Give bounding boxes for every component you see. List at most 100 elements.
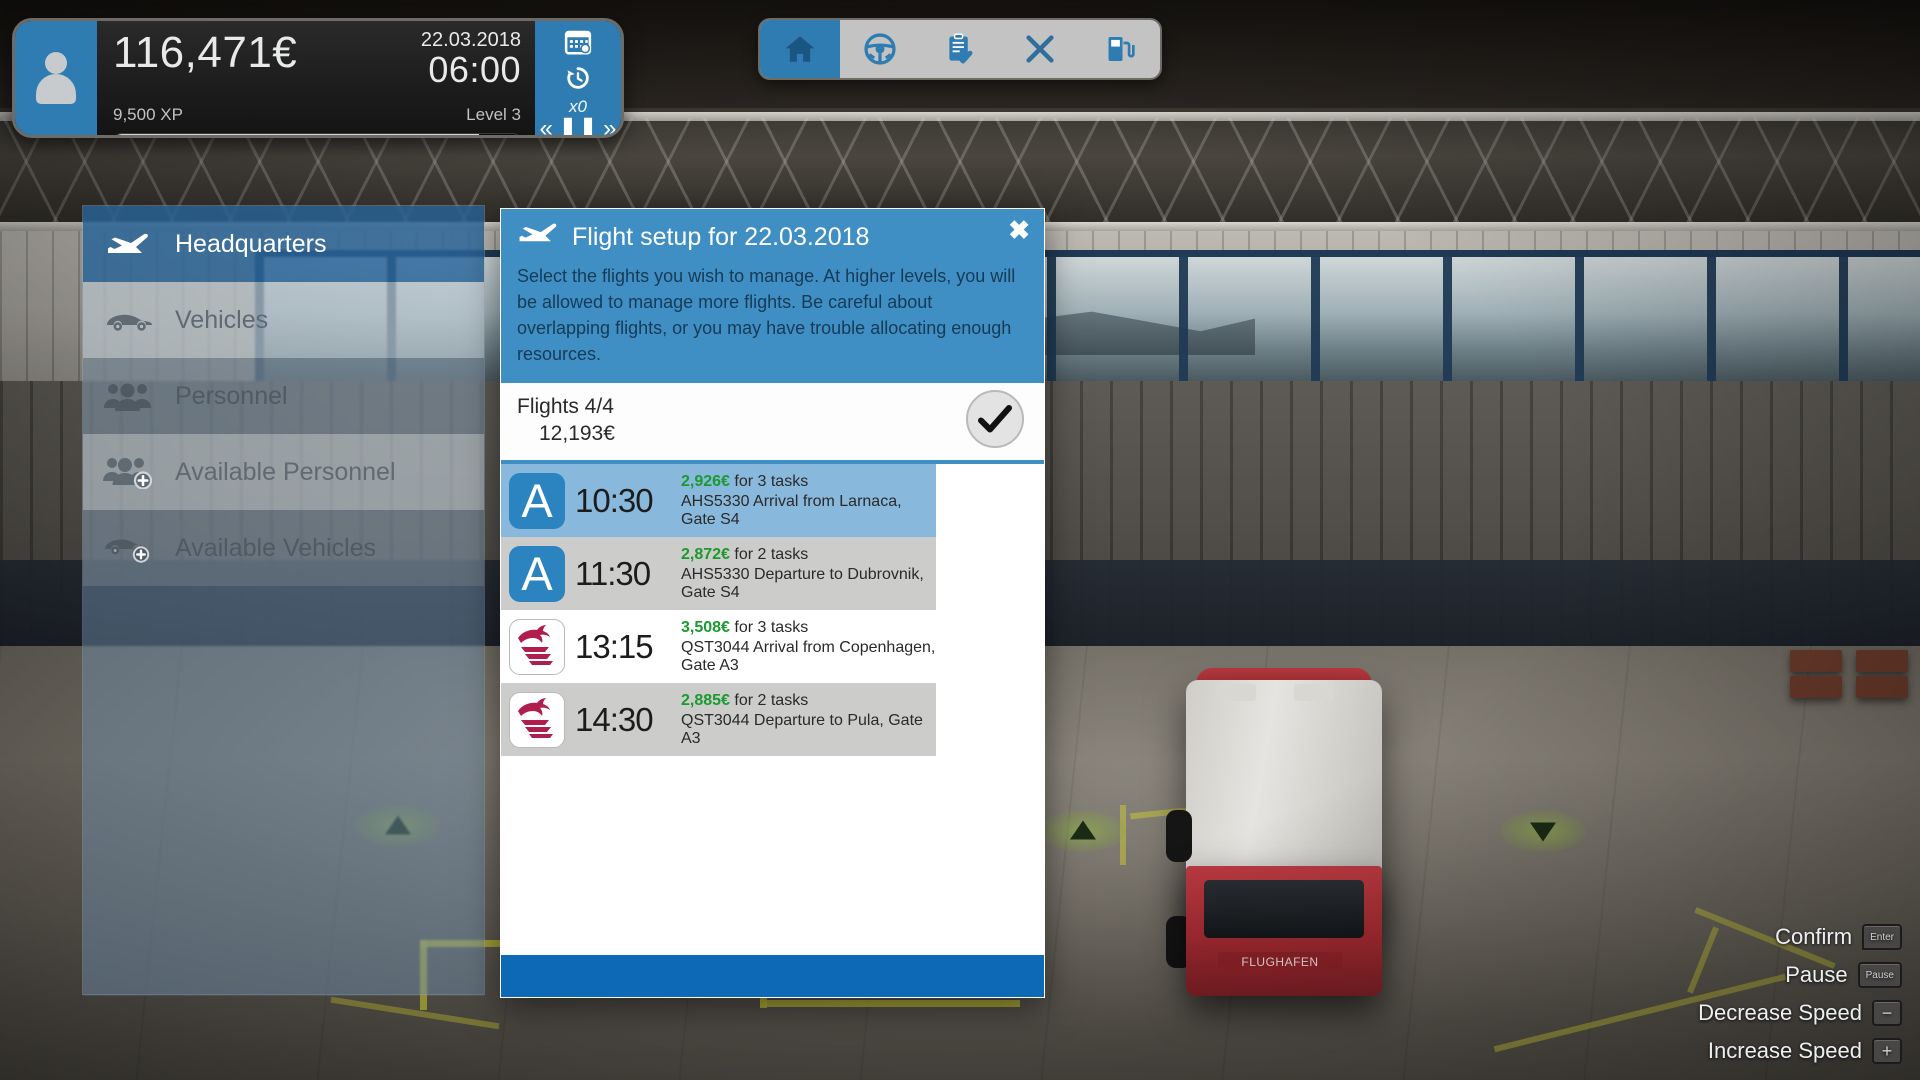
toolbar-button-cancel[interactable] (1000, 20, 1080, 78)
person-icon (36, 52, 76, 104)
toolbar-button-tasks[interactable] (920, 20, 1000, 78)
keyboard-key: Pause (1857, 962, 1902, 988)
headquarters-sidebar: Headquarters Vehicles Personnel Availabl… (82, 205, 485, 996)
fast-forward-button[interactable]: » (603, 117, 616, 136)
sidebar-item-headquarters[interactable]: Headquarters (83, 206, 484, 282)
flight-price: 2,885€ (681, 691, 730, 709)
airline-logo (509, 618, 565, 675)
car-icon (101, 307, 155, 333)
dialog-title-row: Flight setup for 22.03.2018 (517, 221, 1028, 252)
flight-price: 2,926€ (681, 472, 730, 490)
airport-bus: FLUGHAFEN (1160, 668, 1410, 1010)
sidebar-empty-area (83, 586, 484, 996)
control-hint: Decrease Speed − (1698, 1000, 1902, 1026)
airline-logo: A (509, 545, 565, 602)
letter-a-logo: A (521, 547, 553, 600)
control-hint: Pause Pause (1785, 962, 1902, 988)
toolbar-button-home[interactable] (760, 20, 840, 78)
sidebar-item-label: Personnel (175, 381, 288, 410)
xp-progress-fill (114, 134, 480, 135)
flight-description: AHS5330 Arrival from Larnaca, Gate S4 (681, 492, 902, 528)
level-value: Level 3 (466, 105, 521, 124)
sidebar-item-label: Headquarters (175, 229, 327, 258)
dialog-description: Select the flights you wish to manage. A… (517, 266, 1016, 364)
cargo-pallet (1856, 650, 1908, 672)
flight-row[interactable]: A 10:30 2,926€ for 3 tasks AHS5330 Arrival … (501, 464, 936, 537)
flights-count: Flights 4/4 (517, 395, 614, 418)
home-icon (785, 36, 815, 62)
flight-description: AHS5330 Departure to Dubrovnik, Gate S4 (681, 565, 924, 601)
floor-arrow-marker (1500, 810, 1586, 852)
flight-description: QST3044 Departure to Pula, Gate A3 (681, 711, 923, 747)
flights-summary: Flights 4/4 12,193€ (501, 383, 1044, 464)
ibex-head-logo (518, 697, 553, 738)
flight-text-block: 2,872€ for 2 tasks AHS5330 Departure to D… (681, 546, 936, 602)
airline-logo (509, 691, 565, 748)
flight-task-count: for 2 tasks (729, 691, 809, 709)
sidebar-item-personnel[interactable]: Personnel (83, 358, 484, 434)
keyboard-key: + (1872, 1038, 1902, 1064)
cargo-pallet (1790, 650, 1842, 672)
bus-livery-text: FLUGHAFEN (1218, 952, 1342, 972)
avatar[interactable] (15, 21, 97, 135)
people-add-icon (101, 455, 155, 489)
ibex-head-logo (518, 624, 553, 665)
flight-description: QST3044 Arrival from Copenhagen, Gate A3 (681, 638, 936, 674)
flight-task-count: for 2 tasks (729, 545, 809, 563)
control-hint-label: Increase Speed (1707, 1038, 1862, 1063)
flight-row[interactable]: 13:15 3,508€ for 3 tasks QST3044 Arrival f… (501, 610, 936, 683)
xp-row: 9,500 XP Level 3 (113, 105, 521, 125)
sidebar-item-available-personnel[interactable]: Available Personnel (83, 434, 484, 510)
xp-progress-bar (113, 133, 521, 135)
sidebar-item-available-vehicles[interactable]: Available Vehicles (83, 510, 484, 586)
flight-text-block: 2,885€ for 2 tasks QST3044 Departure to P… (681, 692, 936, 748)
control-hint-label: Decrease Speed (1698, 1000, 1862, 1025)
floor-arrow-marker (1040, 810, 1126, 852)
flight-list: A 10:30 2,926€ for 3 tasks AHS5330 Arrival … (501, 464, 1044, 955)
sidebar-item-vehicles[interactable]: Vehicles (83, 282, 484, 358)
flight-reward: 2,885€ for 2 tasks (681, 692, 936, 710)
cross-icon (1026, 35, 1054, 63)
flight-task-count: for 3 tasks (729, 618, 809, 636)
flight-time: 14:30 (575, 701, 654, 738)
flights-total-price: 12,193€ (539, 422, 615, 445)
flight-reward: 2,872€ for 2 tasks (681, 546, 936, 564)
sidebar-item-label: Available Vehicles (175, 533, 377, 562)
main-toolbar (758, 18, 1162, 80)
control-hint-label: Pause (1785, 962, 1848, 987)
bus-roof-hatch (1294, 684, 1334, 701)
game-time: 06:00 (428, 49, 521, 90)
people-icon (101, 380, 155, 412)
close-icon[interactable]: ✖ (1008, 217, 1030, 243)
xp-value: 9,500 XP (113, 105, 183, 124)
flight-row[interactable]: 14:30 2,885€ for 2 tasks QST3044 Departure… (501, 683, 936, 756)
toolbar-button-vehicles[interactable] (840, 20, 920, 78)
calendar-icon[interactable] (563, 27, 593, 62)
control-hint: Confirm Enter (1775, 924, 1902, 950)
car-add-icon (101, 533, 155, 563)
clipboard-check-icon (949, 33, 973, 64)
flight-time: 10:30 (575, 482, 654, 519)
pause-button[interactable]: ❚❚ (558, 117, 598, 136)
flight-price: 2,872€ (681, 545, 730, 563)
control-hint-label: Confirm (1775, 924, 1853, 949)
flight-time: 11:30 (575, 555, 651, 592)
confirm-button[interactable] (966, 390, 1024, 448)
cargo-pallet (1790, 676, 1842, 698)
checkmark-icon (978, 405, 1012, 433)
playback-controls: « ❚❚ » (540, 117, 617, 136)
rewind-button[interactable]: « (540, 117, 553, 136)
letter-a-logo: A (521, 474, 553, 527)
floor-marking (760, 1000, 1020, 1007)
control-hint: Increase Speed + (1708, 1038, 1902, 1064)
keyboard-key: − (1872, 1000, 1902, 1026)
flight-row[interactable]: A 11:30 2,872€ for 2 tasks AHS5330 Departur… (501, 537, 936, 610)
toolbar-button-fuel[interactable] (1080, 20, 1160, 78)
bus-roof-hatch (1216, 684, 1256, 701)
player-hud: 116,471€ 22.03.2018 06:00 9,500 XP Level… (12, 18, 624, 138)
hud-main: 116,471€ 22.03.2018 06:00 9,500 XP Level… (97, 21, 535, 135)
sidebar-item-label: Vehicles (175, 305, 269, 334)
flight-reward: 3,508€ for 3 tasks (681, 619, 936, 637)
clock-history-icon[interactable] (564, 64, 592, 97)
dialog-footer-bar (501, 955, 1044, 997)
